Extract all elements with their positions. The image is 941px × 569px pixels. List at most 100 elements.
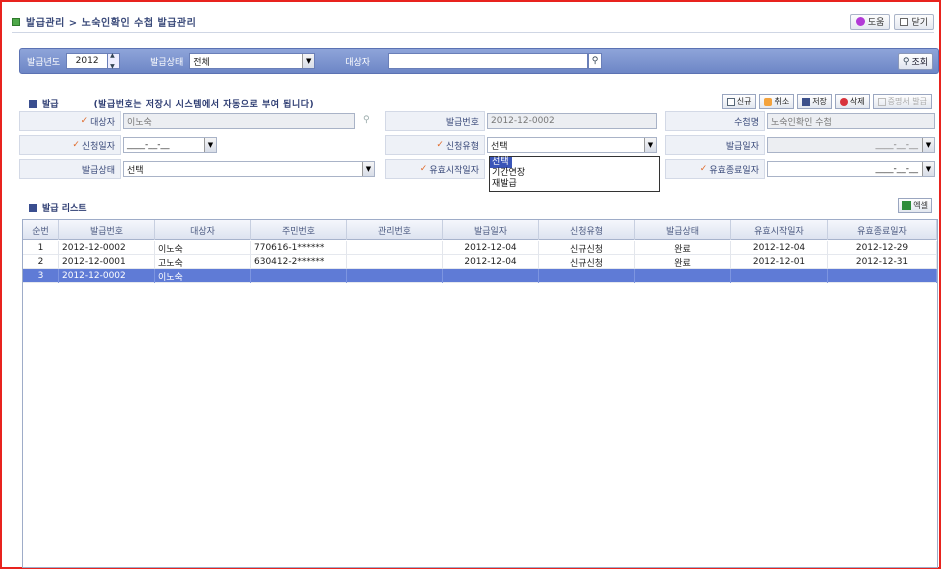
column-header[interactable]: 발급상태 <box>635 220 731 240</box>
print-icon <box>877 97 886 106</box>
cell-status: 완료 <box>635 255 731 269</box>
issue-date-field: ____-__-__ ▼ <box>767 137 935 153</box>
column-header[interactable]: 신청유형 <box>539 220 635 240</box>
print-certificate-button[interactable]: 증명서 발급 <box>872 94 932 109</box>
cell-type <box>539 269 635 283</box>
target-field-label-text: 대상자 <box>90 117 115 128</box>
column-header[interactable]: 대상자 <box>155 220 251 240</box>
cell-type: 신규신청 <box>539 241 635 255</box>
apply-type-option[interactable]: 선택 <box>490 157 512 168</box>
issue-section-title: 발급 (발급번호는 저장시 시스템에서 자동으로 부여 됩니다) <box>29 97 314 110</box>
search-icon: ⚲ <box>902 56 910 67</box>
column-header[interactable]: 순번 <box>23 220 59 240</box>
title-bar: 발급관리 > 노숙인확인 수첩 발급관리 도움 닫기 <box>12 11 934 33</box>
delete-button[interactable]: 삭제 <box>834 94 870 109</box>
excel-export-button[interactable]: 엑셀 <box>898 198 932 213</box>
apply-date-field[interactable]: ____-__-__ ▼ <box>123 137 217 153</box>
cell-issue-date: 2012-12-04 <box>443 255 539 269</box>
cancel-button[interactable]: 취소 <box>759 94 795 109</box>
issue-status-select[interactable]: 선택 ▼ <box>123 161 375 177</box>
help-button[interactable]: 도움 <box>849 13 891 30</box>
cancel-icon <box>764 97 773 106</box>
chevron-down-icon[interactable]: ▼ <box>644 138 656 152</box>
required-check-icon: ✓ <box>699 164 708 174</box>
excel-icon <box>902 201 912 210</box>
apply-type-label: ✓ 신청유형 <box>385 135 485 155</box>
cell-issue-date <box>443 269 539 283</box>
cell-no: 2 <box>23 255 59 269</box>
close-label: 닫기 <box>911 18 928 28</box>
target-lookup-icon[interactable]: ⚲ <box>363 115 370 125</box>
apply-type-option[interactable]: 기간연장 <box>490 168 659 179</box>
search-icon: ⚲ <box>591 56 599 66</box>
delete-label: 삭제 <box>849 97 865 106</box>
year-input[interactable]: 2012 <box>66 53 109 69</box>
status-select[interactable]: 전체 ▼ <box>189 53 316 69</box>
save-label: 저장 <box>812 97 827 106</box>
column-header[interactable]: 유효종료일자 <box>828 220 937 240</box>
cell-end <box>828 269 937 283</box>
apply-type-option[interactable]: 재발급 <box>490 179 659 190</box>
table-row[interactable]: 1 2012-12-0002 이노숙 770616-1****** 2012-1… <box>23 241 937 255</box>
cell-no: 3 <box>23 269 59 283</box>
status-label: 발급상태 <box>150 57 184 68</box>
calendar-dropdown-icon[interactable]: ▼ <box>922 162 934 176</box>
notebook-label: 수첩명 <box>665 111 765 131</box>
help-label: 도움 <box>867 18 885 28</box>
cell-rrn: 630412-2****** <box>251 255 347 269</box>
issue-no-label: 발급번호 <box>385 111 485 131</box>
issue-list-grid: 순번 발급번호 대상자 주민번호 관리번호 발급일자 신청유형 발급상태 유효시… <box>22 219 938 568</box>
calendar-dropdown-icon: ▼ <box>922 138 934 152</box>
cell-issue-no: 2012-12-0002 <box>59 269 155 283</box>
save-icon <box>802 97 811 106</box>
cell-issue-no: 2012-12-0001 <box>59 255 155 269</box>
column-header[interactable]: 유효시작일자 <box>731 220 828 240</box>
table-row[interactable]: 2 2012-12-0001 고노숙 630412-2****** 2012-1… <box>23 255 937 269</box>
valid-end-label-text: 유효종료일자 <box>709 165 759 176</box>
save-button[interactable]: 저장 <box>797 94 832 109</box>
table-row-selected[interactable]: 3 2012-12-0002 이노숙 <box>23 269 937 283</box>
search-bar: 발급년도 2012 발급상태 전체 ▼ 대상자 ⚲ ⚲ 조회 <box>19 48 939 74</box>
apply-date-label: ✓ 신청일자 <box>19 135 121 155</box>
required-check-icon: ✓ <box>72 140 80 150</box>
target-field[interactable]: 이노숙 <box>123 113 355 129</box>
apply-date-label-text: 신청일자 <box>81 141 115 152</box>
search-button[interactable]: ⚲ 조회 <box>897 53 933 70</box>
cell-name: 이노숙 <box>155 269 251 283</box>
valid-end-field[interactable]: ____-__-__ ▼ <box>767 161 935 177</box>
cell-issue-date: 2012-12-04 <box>443 241 539 255</box>
close-button[interactable]: 닫기 <box>894 13 934 30</box>
issue-no-field: 2012-12-0002 <box>487 113 657 129</box>
chevron-down-icon[interactable]: ▼ <box>302 54 315 68</box>
cell-status: 완료 <box>635 241 731 255</box>
apply-date-value: ____-__-__ <box>127 140 170 150</box>
status-select-value: 전체 <box>193 57 210 68</box>
column-header[interactable]: 주민번호 <box>251 220 347 240</box>
new-label: 신규 <box>736 97 752 106</box>
cell-no: 1 <box>23 241 59 255</box>
column-header[interactable]: 발급일자 <box>443 220 539 240</box>
required-check-icon: ✓ <box>436 140 444 150</box>
issue-status-value: 선택 <box>127 165 144 176</box>
year-spinner[interactable] <box>108 52 121 70</box>
cell-issue-no: 2012-12-0002 <box>59 241 155 255</box>
new-icon <box>726 97 735 106</box>
list-section-label: 발급 리스트 <box>42 204 87 214</box>
search-button-label: 조회 <box>911 58 928 68</box>
column-header[interactable]: 발급번호 <box>59 220 155 240</box>
apply-type-select[interactable]: 선택 ▼ <box>487 137 657 153</box>
target-input[interactable] <box>388 53 589 69</box>
column-header[interactable]: 관리번호 <box>347 220 443 240</box>
page-icon <box>12 17 20 26</box>
issue-section-label: 발급 <box>42 100 59 110</box>
new-button[interactable]: 신규 <box>721 94 757 109</box>
chevron-down-icon[interactable]: ▼ <box>362 162 374 176</box>
valid-end-value: ____-__-__ <box>875 164 919 174</box>
print-label: 증명서 발급 <box>887 97 927 106</box>
calendar-dropdown-icon[interactable]: ▼ <box>204 138 216 152</box>
grid-header: 순번 발급번호 대상자 주민번호 관리번호 발급일자 신청유형 발급상태 유효시… <box>23 220 937 240</box>
auto-number-note: (발급번호는 저장시 시스템에서 자동으로 부여 됩니다) <box>93 100 315 110</box>
notebook-field: 노숙인확인 수첩 <box>767 113 935 129</box>
target-search-icon-button[interactable]: ⚲ <box>588 53 603 69</box>
cell-end: 2012-12-31 <box>828 255 937 269</box>
